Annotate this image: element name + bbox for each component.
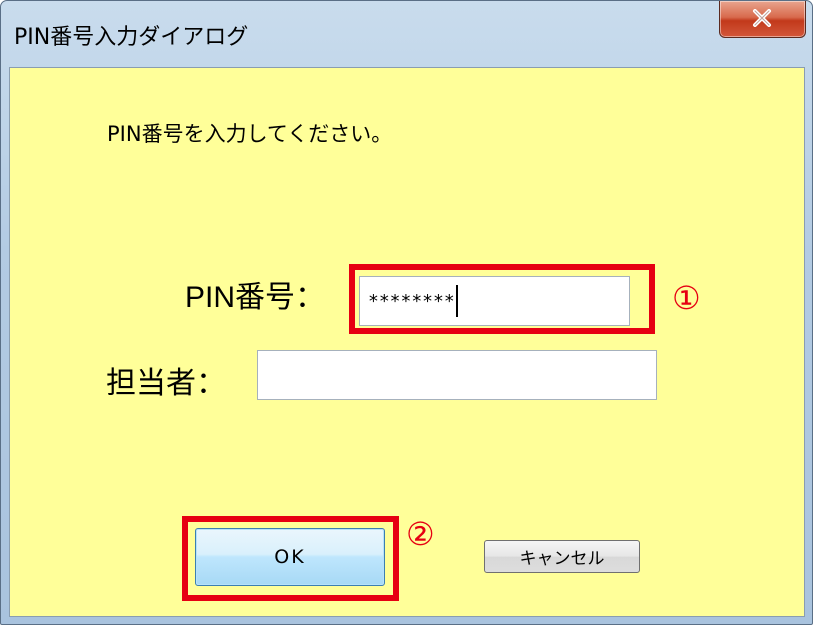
dialog-body: PIN番号を入力してください。 PIN番号： ******** 担当者： ① O… (9, 67, 805, 617)
pin-dialog-window: PIN番号入力ダイアログ PIN番号を入力してください。 PIN番号： ****… (0, 0, 813, 625)
ok-button[interactable]: OK (195, 528, 385, 586)
prompt-text: PIN番号を入力してください。 (107, 122, 393, 146)
person-in-charge-label: 担当者： (106, 367, 226, 400)
cancel-button[interactable]: キャンセル (484, 540, 640, 573)
close-icon (753, 9, 771, 27)
annotation-marker-2: ② (406, 515, 435, 553)
title-bar[interactable]: PIN番号入力ダイアログ (1, 1, 812, 67)
pin-label: PIN番号： (185, 281, 326, 314)
pin-input[interactable]: ******** (359, 276, 630, 326)
window-title: PIN番号入力ダイアログ (14, 25, 249, 50)
pin-input-value: ******** (368, 290, 455, 312)
close-button[interactable] (719, 1, 806, 38)
annotation-marker-1: ① (672, 279, 701, 317)
text-caret (455, 285, 458, 317)
person-in-charge-input[interactable] (257, 350, 657, 400)
